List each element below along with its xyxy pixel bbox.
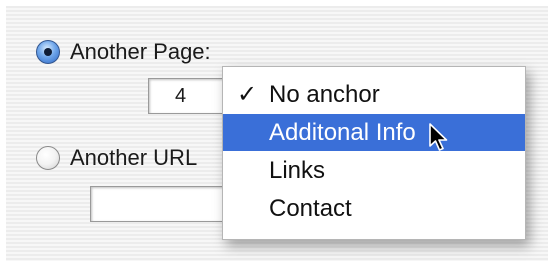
another-page-radio[interactable] (36, 40, 60, 64)
another-page-label: Another Page: (70, 39, 211, 64)
page-number-value: 4 (175, 85, 187, 107)
another-url-radio[interactable] (36, 146, 60, 170)
checkmark-icon: ✓ (237, 81, 258, 108)
radio-selected-dot (44, 48, 52, 56)
page-number-field[interactable]: 4 (148, 78, 228, 114)
url-field[interactable] (90, 186, 230, 222)
menu-item-label: Additonal Info (269, 119, 416, 146)
menu-item-label: Contact (269, 195, 352, 222)
menu-item-additonal-info[interactable]: Additonal Info (223, 114, 525, 151)
menu-item-contact[interactable]: Contact (223, 190, 525, 227)
mouse-pointer-icon (429, 123, 448, 151)
menu-item-no-anchor[interactable]: ✓ No anchor (223, 76, 525, 113)
menu-item-links[interactable]: Links (223, 152, 525, 189)
menu-item-label: No anchor (269, 81, 380, 108)
menu-item-label: Links (269, 157, 326, 184)
another-url-label: Another URL (70, 145, 198, 170)
anchor-popup-menu: ✓ No anchor Additonal Info Links Contact (222, 66, 526, 240)
